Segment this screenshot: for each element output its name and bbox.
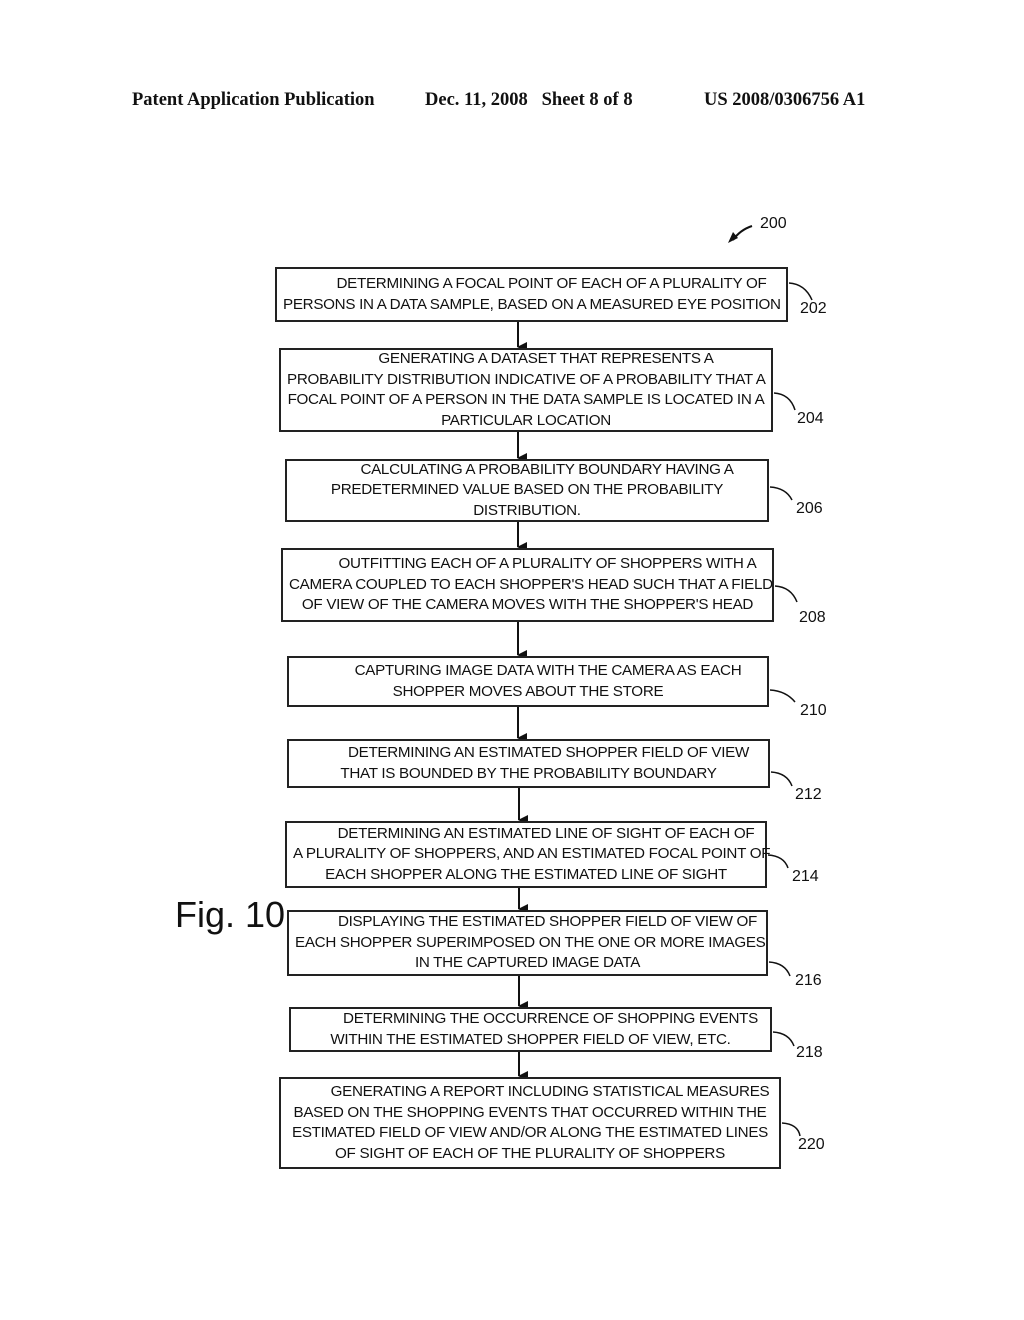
flow-step-206: CALCULATING A PROBABILITY BOUNDARY HAVIN… bbox=[285, 459, 769, 522]
ref-leader-line bbox=[769, 486, 793, 501]
step-text-line: EACH SHOPPER ALONG THE ESTIMATED LINE OF… bbox=[325, 865, 727, 883]
step-text-line: PREDETERMINED VALUE BASED ON THE PROBABI… bbox=[330, 481, 724, 499]
ref-leader-line bbox=[769, 689, 796, 703]
step-ref-number: 210 bbox=[800, 702, 827, 719]
flow-step-214: DETERMINING AN ESTIMATED LINE OF SIGHT O… bbox=[285, 821, 771, 888]
flow-step-218: DETERMINING THE OCCURRENCE OF SHOPPING E… bbox=[289, 1007, 772, 1052]
step-text-line: FOCAL POINT OF A PERSON IN THE DATA SAMP… bbox=[287, 391, 765, 408]
step-text-line: CAMERA COUPLED TO EACH SHOPPER'S HEAD SU… bbox=[289, 575, 773, 593]
figure-label: Fig. 10 bbox=[175, 894, 286, 935]
flow-step-216: DISPLAYING THE ESTIMATED SHOPPER FIELD O… bbox=[287, 910, 768, 976]
step-text-line: IN THE CAPTURED IMAGE DATA bbox=[414, 954, 641, 972]
ref-leader-line bbox=[774, 585, 798, 603]
step-text-line: CAPTURING IMAGE DATA WITH THE CAMERA AS … bbox=[354, 662, 742, 679]
ref-leader-line bbox=[770, 771, 793, 787]
step-text-line: THAT IS BOUNDED BY THE PROBABILITY BOUND… bbox=[340, 764, 717, 782]
flow-step-204: GENERATING A DATASET THAT REPRESENTS A PR… bbox=[279, 348, 773, 432]
ref-leader-line bbox=[788, 282, 813, 301]
step-ref-number: 206 bbox=[796, 500, 823, 517]
step-text-line: ESTIMATED FIELD OF VIEW AND/OR ALONG THE… bbox=[291, 1124, 769, 1141]
step-text-line: DETERMINING A FOCAL POINT OF EACH OF A P… bbox=[336, 275, 767, 292]
step-ref-number: 202 bbox=[800, 300, 827, 317]
step-text-line: DETERMINING AN ESTIMATED SHOPPER FIELD O… bbox=[347, 744, 750, 761]
ref-leader-line bbox=[773, 392, 796, 411]
step-text-line: DETERMINING THE OCCURRENCE OF SHOPPING E… bbox=[343, 1010, 758, 1027]
step-text-line: CALCULATING A PROBABILITY BOUNDARY HAVIN… bbox=[360, 460, 734, 478]
step-text-line: SHOPPER MOVES ABOUT THE STORE bbox=[392, 682, 664, 700]
step-text-line: PERSONS IN A DATA SAMPLE, BASED ON A MEA… bbox=[283, 295, 781, 313]
ref-leader-line bbox=[767, 854, 789, 869]
ref-leader-line bbox=[772, 1031, 795, 1047]
step-text-line: GENERATING A DATASET THAT REPRESENTS A bbox=[378, 350, 714, 367]
step-text-line: DISPLAYING THE ESTIMATED SHOPPER FIELD O… bbox=[337, 913, 758, 931]
step-ref-number: 204 bbox=[797, 410, 824, 427]
flow-step-202: DETERMINING A FOCAL POINT OF EACH OF A P… bbox=[275, 267, 788, 322]
step-text-line: GENERATING A REPORT INCLUDING STATISTICA… bbox=[330, 1083, 770, 1100]
step-text-line: A PLURALITY OF SHOPPERS, AND AN ESTIMATE… bbox=[293, 845, 771, 863]
step-text-line: BASED ON THE SHOPPING EVENTS THAT OCCURR… bbox=[293, 1103, 767, 1121]
flow-step-208: OUTFITTING EACH OF A PLURALITY OF SHOPPE… bbox=[281, 548, 774, 622]
figure-ref-number: 200 bbox=[760, 215, 787, 232]
step-text-line: DETERMINING AN ESTIMATED LINE OF SIGHT O… bbox=[337, 824, 755, 842]
flow-step-210: CAPTURING IMAGE DATA WITH THE CAMERA AS … bbox=[287, 656, 769, 707]
flow-step-220: GENERATING A REPORT INCLUDING STATISTICA… bbox=[279, 1077, 781, 1169]
ref-leader-line bbox=[768, 961, 791, 977]
flow-step-212: DETERMINING AN ESTIMATED SHOPPER FIELD O… bbox=[287, 739, 770, 788]
step-ref-number: 218 bbox=[796, 1044, 823, 1061]
step-text-line: PARTICULAR LOCATION bbox=[441, 411, 611, 429]
step-ref-number: 220 bbox=[798, 1136, 825, 1153]
step-ref-number: 208 bbox=[799, 609, 826, 626]
step-text-line: EACH SHOPPER SUPERIMPOSED ON THE ONE OR … bbox=[295, 933, 766, 951]
step-ref-number: 214 bbox=[792, 868, 819, 885]
step-text-line: OUTFITTING EACH OF A PLURALITY OF SHOPPE… bbox=[338, 555, 757, 573]
figure-ref-arrowhead bbox=[728, 232, 738, 243]
step-text-line: OF VIEW OF THE CAMERA MOVES WITH THE SHO… bbox=[301, 596, 754, 614]
step-text-line: OF SIGHT OF EACH OF THE PLURALITY OF SHO… bbox=[335, 1144, 725, 1162]
step-ref-number: 216 bbox=[795, 972, 822, 989]
step-text-line: PROBABILITY DISTRIBUTION INDICATIVE OF A… bbox=[287, 370, 766, 388]
step-ref-number: 212 bbox=[795, 786, 822, 803]
step-text-line: DISTRIBUTION. bbox=[473, 501, 581, 519]
step-text-line: WITHIN THE ESTIMATED SHOPPER FIELD OF VI… bbox=[330, 1030, 731, 1048]
ref-leader-line bbox=[781, 1122, 801, 1137]
